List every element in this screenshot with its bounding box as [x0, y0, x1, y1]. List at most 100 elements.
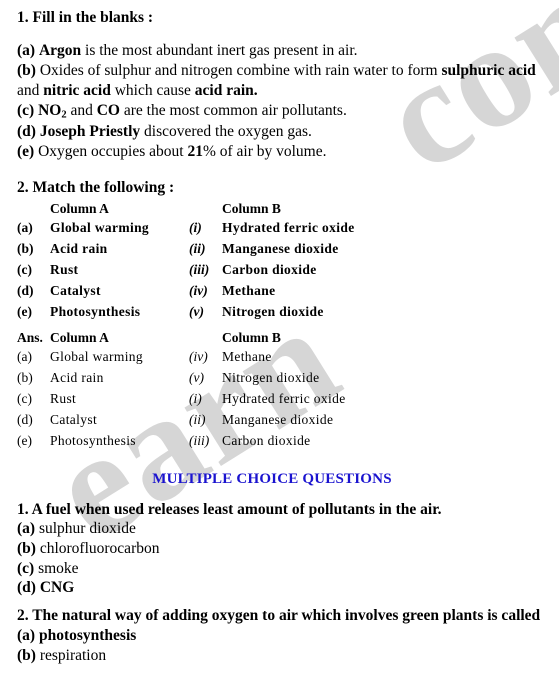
match-row-a-text: Photosynthesis	[50, 303, 141, 319]
fill-in-blank-text: Oxides of sulphur and nitrogen combine w…	[39, 62, 442, 80]
match-row: (b) Acid rain (v) Nitrogen dioxide	[17, 371, 545, 392]
fill-in-blank-answer: CO	[96, 102, 120, 120]
mcq-option[interactable]: (b) chlorofluorocarbon	[17, 539, 545, 559]
fill-in-blank-item: (d) Joseph Priestly discovered the oxyge…	[17, 122, 545, 142]
match-row-a-text: Acid rain	[50, 369, 104, 385]
match-row-a-label: (c)	[17, 261, 32, 277]
match-row-b-label: (i)	[189, 219, 202, 235]
fill-in-blank-answer: 21	[187, 143, 203, 161]
match-row-b-text: Manganese dioxide	[222, 240, 339, 256]
mcq-option[interactable]: (a) sulphur dioxide	[17, 519, 545, 539]
mcq-option-label: (a)	[17, 627, 36, 645]
match-question-table: Column A Column B (a) Global warming (i) Hy…	[17, 201, 545, 326]
match-row-a-label: (e)	[17, 432, 32, 448]
match-row-b-label: (iv)	[189, 348, 208, 364]
fill-in-blank-answer: NO	[38, 102, 62, 120]
mcq-option-label: (d)	[17, 579, 36, 597]
mcq-question: 1. A fuel when used releases least amoun…	[17, 500, 442, 518]
match-row: (e) Photosynthesis (iii) Carbon dioxide	[17, 434, 545, 455]
fill-in-blank-text: Oxygen occupies about	[38, 143, 188, 161]
fill-in-blank-label: (b)	[17, 62, 36, 80]
fill-in-blanks-list: (a) Argon is the most abundant inert gas…	[17, 41, 545, 163]
fill-in-blank-text: is the most abundant inert gas present i…	[81, 41, 358, 59]
match-row-b-label: (ii)	[189, 240, 206, 256]
match-row: (c) Rust (iii) Carbon dioxide	[17, 263, 545, 284]
match-row-b-label: (v)	[189, 303, 204, 319]
mcq-option-label: (b)	[17, 540, 36, 558]
answer-column-a-header: Column A	[50, 329, 109, 345]
match-row: (e) Photosynthesis (v) Nitrogen dioxide	[17, 305, 545, 326]
match-row-a-text: Global warming	[50, 219, 150, 235]
match-row-a-text: Catalyst	[50, 411, 98, 427]
fill-in-blank-answer: Argon	[38, 41, 82, 59]
fill-in-blank-label: (c)	[17, 102, 35, 120]
mcq-spacer	[17, 598, 545, 607]
match-row-b-label: (v)	[189, 369, 204, 385]
mcq-option-label: (b)	[17, 646, 36, 664]
match-row-b-text: Methane	[222, 348, 272, 364]
match-row-b-text: Carbon dioxide	[222, 261, 317, 277]
column-b-header: Column B	[222, 200, 281, 216]
match-row-a-text: Rust	[50, 261, 79, 277]
mcq-option-text: CNG	[35, 579, 75, 597]
match-row-a-label: (e)	[17, 303, 32, 319]
mcq-list: 1. A fuel when used releases least amoun…	[17, 501, 545, 666]
column-a-header: Column A	[50, 200, 109, 216]
fill-in-blank-answer: acid rain.	[194, 82, 258, 100]
match-row: (a) Global warming (iv) Methane	[17, 350, 545, 371]
match-row-a-label: (c)	[17, 390, 32, 406]
match-following-heading: 2. Match the following :	[17, 178, 175, 196]
mcq-option-text: chlorofluorocarbon	[35, 540, 160, 558]
answer-column-b-header: Column B	[222, 329, 281, 345]
match-row-b-label: (iii)	[189, 432, 210, 448]
match-row-b-label: (ii)	[189, 411, 206, 427]
match-row-a-text: Photosynthesis	[50, 432, 136, 448]
match-question-header-row: Column A Column B	[17, 201, 545, 221]
fill-in-blank-label: (a)	[17, 41, 36, 59]
match-row-a-label: (b)	[17, 369, 33, 385]
match-row-a-label: (d)	[17, 411, 33, 427]
match-row-b-text: Hydrated ferric oxide	[222, 390, 346, 406]
mcq-option-label: (c)	[17, 559, 35, 577]
document-page: 1. Fill in the blanks : (a) Argon is the…	[0, 0, 559, 665]
match-row-b-text: Nitrogen dioxide	[222, 303, 324, 319]
match-row-a-text: Acid rain	[50, 240, 108, 256]
fill-in-blank-item: (e) Oxygen occupies about 21% of air by …	[17, 142, 545, 162]
fill-in-blank-text: and	[17, 82, 44, 100]
match-answer-header-row: Ans. Column A Column B	[17, 330, 545, 350]
mcq-option[interactable]: (a) photosynthesis	[17, 626, 545, 646]
mcq-option-label: (a)	[17, 520, 36, 538]
fill-in-blank-item: (b) Oxides of sulphur and nitrogen combi…	[17, 61, 545, 101]
answer-label: Ans.	[17, 329, 43, 345]
mcq-option-text: sulphur dioxide	[35, 520, 136, 538]
fill-in-blank-label: (d)	[17, 123, 36, 141]
match-row-a-label: (b)	[17, 240, 34, 256]
fill-in-blank-text: % of air by volume.	[202, 143, 327, 161]
fill-in-blank-item: (a) Argon is the most abundant inert gas…	[17, 41, 545, 61]
mcq-question: 2. The natural way of adding oxygen to a…	[17, 607, 541, 625]
fill-in-blank-answer: Joseph Priestly	[39, 123, 141, 141]
mcq-option[interactable]: (d) CNG	[17, 578, 545, 598]
fill-in-blank-text: which cause	[110, 82, 195, 100]
match-row-a-label: (d)	[17, 282, 34, 298]
match-row-b-text: Manganese dioxide	[222, 411, 334, 427]
mcq-option[interactable]: (b) respiration	[17, 646, 545, 666]
match-row-b-text: Hydrated ferric oxide	[222, 219, 355, 235]
fill-in-blank-answer: nitric acid	[43, 82, 111, 100]
match-row: (b) Acid rain (ii) Manganese dioxide	[17, 242, 545, 263]
mcq-option[interactable]: (c) smoke	[17, 559, 545, 579]
match-row: (d) Catalyst (iv) Methane	[17, 284, 545, 305]
match-row-b-text: Nitrogen dioxide	[222, 369, 320, 385]
fill-in-blanks-heading: 1. Fill in the blanks :	[17, 9, 154, 26]
fill-in-blank-label: (e)	[17, 143, 35, 161]
match-row-b-label: (iv)	[189, 282, 208, 298]
match-row-a-label: (a)	[17, 348, 32, 364]
match-row: (a) Global warming (i) Hydrated ferric oxid…	[17, 221, 545, 242]
match-row-a-text: Catalyst	[50, 282, 101, 298]
fill-in-blank-text: are the most common air pollutants.	[119, 102, 347, 120]
mcq-option-text: respiration	[35, 646, 107, 664]
match-row-a-text: Global warming	[50, 348, 144, 364]
match-row-b-label: (iii)	[189, 261, 210, 277]
match-row-b-text: Carbon dioxide	[222, 432, 311, 448]
match-row: (d) Catalyst (ii) Manganese dioxide	[17, 413, 545, 434]
